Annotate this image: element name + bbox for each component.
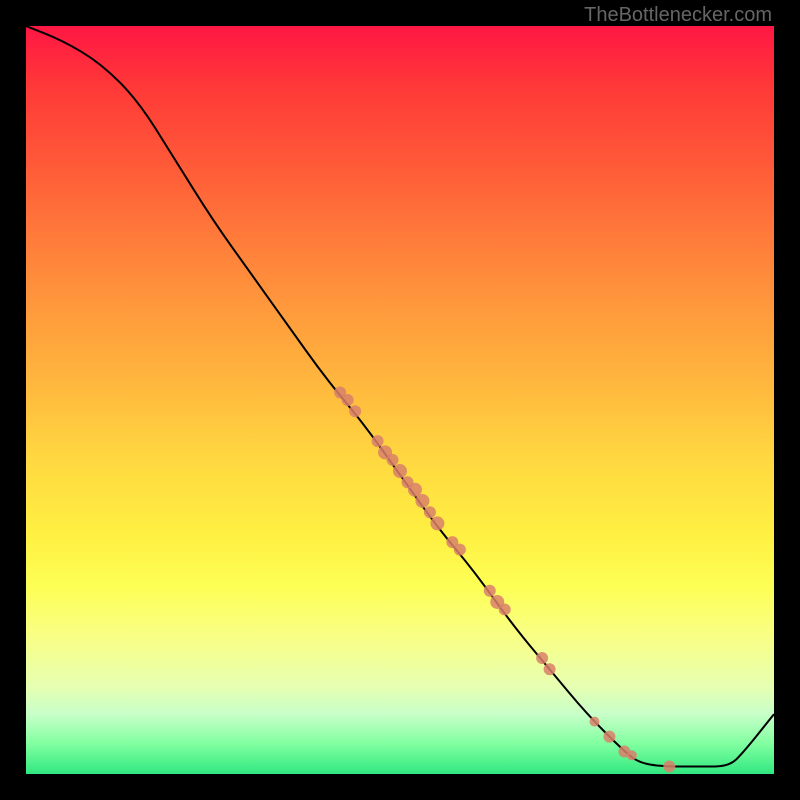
data-point: [430, 516, 444, 530]
data-point: [424, 506, 436, 518]
data-point: [627, 750, 637, 760]
data-point: [603, 731, 615, 743]
data-point: [372, 435, 384, 447]
data-point: [454, 544, 466, 556]
data-point: [536, 652, 548, 664]
data-point: [342, 394, 354, 406]
data-points: [334, 387, 675, 773]
data-point: [415, 494, 429, 508]
plot-area: [26, 26, 774, 774]
data-point: [499, 603, 511, 615]
data-point: [349, 405, 361, 417]
data-point: [544, 663, 556, 675]
chart-svg: [26, 26, 774, 774]
bottleneck-curve: [26, 26, 774, 767]
watermark-text: TheBottlenecker.com: [584, 4, 772, 27]
chart-container: TheBottlenecker.com: [0, 0, 800, 800]
data-point: [393, 464, 407, 478]
data-point: [387, 454, 399, 466]
data-point: [484, 585, 496, 597]
data-point: [589, 717, 599, 727]
data-point: [663, 761, 675, 773]
